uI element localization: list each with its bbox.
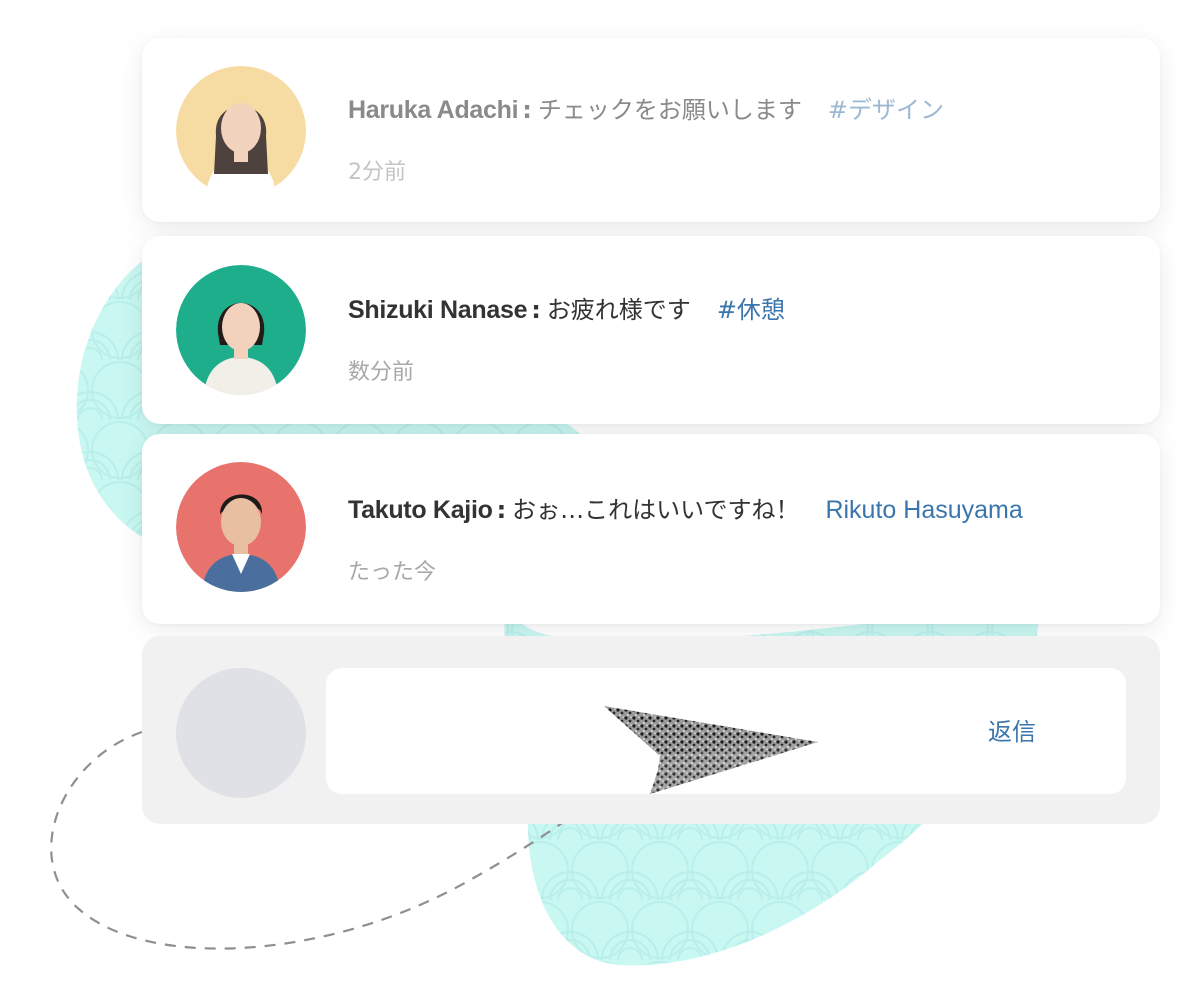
avatar[interactable] xyxy=(176,66,306,196)
comment-card: Haruka Adachi: チェックをお願いします #デザイン 2分前 xyxy=(142,38,1160,222)
paper-plane-icon xyxy=(604,706,818,794)
comment-card: Shizuki Nanase: お疲れ様です #休憩 数分前 xyxy=(142,236,1160,424)
author-name[interactable]: Haruka Adachi xyxy=(348,96,519,124)
separator: : xyxy=(496,496,507,524)
comment-message: お疲れ様です xyxy=(546,296,691,324)
user-avatar-icon xyxy=(176,265,306,395)
author-name[interactable]: Takuto Kajio xyxy=(348,496,493,524)
timestamp: たった今 xyxy=(348,560,437,585)
comment-message: チェックをお願いします xyxy=(537,96,802,124)
avatar[interactable] xyxy=(176,462,306,592)
hashtag-link[interactable]: #デザイン xyxy=(828,96,944,124)
avatar[interactable] xyxy=(176,265,306,395)
mention-link[interactable]: Rikuto Hasuyama xyxy=(825,496,1022,524)
separator: : xyxy=(531,296,541,324)
comment-card: Takuto Kajio: おぉ…これはいいですね！ Rikuto Hasuyama… xyxy=(142,434,1160,624)
separator: : xyxy=(522,96,532,124)
hashtag-link[interactable]: #休憩 xyxy=(717,296,785,324)
reply-button[interactable]: 返信 xyxy=(988,716,1036,748)
timestamp: 数分前 xyxy=(348,360,415,385)
comment-line: Haruka Adachi: チェックをお願いします #デザイン xyxy=(348,94,1140,126)
comment-message: おぉ…これはいいですね！ xyxy=(512,496,800,524)
comment-line: Takuto Kajio: おぉ…これはいいですね！ Rikuto Hasuyama xyxy=(348,494,1140,526)
author-name[interactable]: Shizuki Nanase xyxy=(348,296,528,324)
user-avatar-icon xyxy=(176,462,306,592)
timestamp: 2分前 xyxy=(348,160,406,185)
avatar-placeholder xyxy=(176,668,306,798)
user-avatar-icon xyxy=(176,66,306,196)
comment-line: Shizuki Nanase: お疲れ様です #休憩 xyxy=(348,294,1140,326)
